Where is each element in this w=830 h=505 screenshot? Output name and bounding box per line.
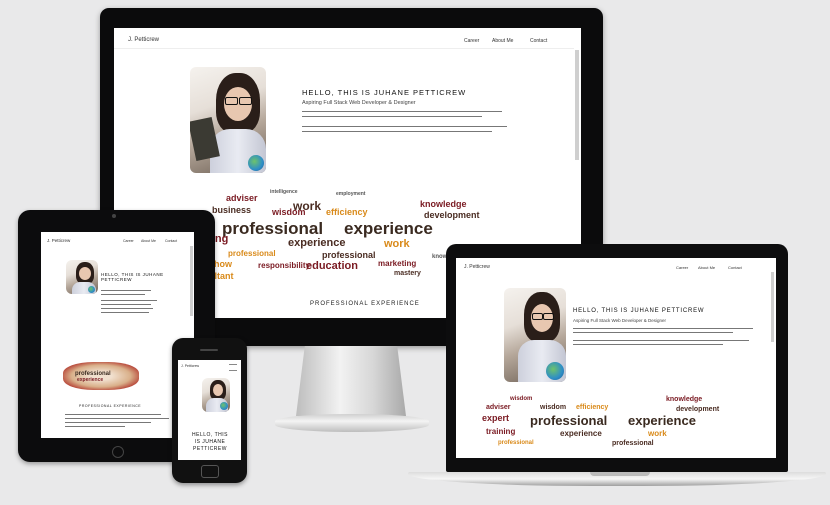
tablet-nav-about[interactable]: About Me <box>141 239 156 243</box>
tablet-home-button[interactable] <box>112 446 124 458</box>
word: expert <box>482 413 510 423</box>
tablet-paragraph <box>101 290 161 316</box>
tablet-word-cloud: professional experience <box>63 362 139 390</box>
laptop-nav-brand[interactable]: J. Petticrew <box>464 264 490 270</box>
phone-screen: J. Petticrew HELLO, THIS IS JUHANE PETTI… <box>178 360 241 460</box>
word: efficiency <box>576 404 609 411</box>
menu-icon[interactable] <box>229 364 237 371</box>
laptop-word-cloud: wisdom knowledge adviser wisdom efficien… <box>480 394 750 458</box>
phone-home-button[interactable] <box>201 465 219 478</box>
word: experience <box>560 429 602 438</box>
laptop-scrollbar[interactable] <box>771 272 774 342</box>
tablet-nav-brand[interactable]: J. Petticrew <box>47 238 70 243</box>
phone-nav-brand[interactable]: J. Petticrew <box>181 364 199 368</box>
nav-divider <box>114 48 574 49</box>
word: wisdom <box>272 207 306 217</box>
word: adviser <box>486 404 511 411</box>
greeting-heading: HELLO, THIS IS JUHANE PETTICREW <box>302 88 467 97</box>
intro-paragraph <box>302 111 507 136</box>
word: experience <box>628 413 696 428</box>
word: education <box>306 260 358 272</box>
laptop-nav-career[interactable]: Career <box>676 265 688 270</box>
tablet-nav-career[interactable]: Career <box>123 239 134 243</box>
tablet-nav-contact[interactable]: Contact <box>165 239 177 243</box>
monitor-stand <box>296 346 406 416</box>
word: professional <box>530 413 608 428</box>
word: experience <box>344 219 433 238</box>
word: work <box>384 238 410 250</box>
profile-photo <box>190 67 266 173</box>
word: business <box>212 205 252 215</box>
nav-link-contact[interactable]: Contact <box>530 38 547 44</box>
tablet-camera <box>112 214 116 218</box>
word: professional <box>222 219 324 238</box>
word: development <box>676 406 720 413</box>
laptop-profile-photo <box>504 288 566 382</box>
word: professional <box>228 249 276 258</box>
tablet-section-heading: PROFESSIONAL EXPERIENCE <box>79 404 142 408</box>
laptop-greeting: HELLO, THIS IS JUHANE PETTICREW <box>573 308 705 314</box>
monitor-base <box>275 414 429 432</box>
tagline: Aspiring Full Stack Web Developer & Desi… <box>302 100 416 106</box>
word: mastery <box>394 270 421 277</box>
word: knowledge <box>420 199 467 209</box>
word: wisdom <box>510 396 533 402</box>
tablet-section-text <box>65 414 175 427</box>
word: efficiency <box>326 207 368 217</box>
phone-profile-photo <box>202 378 230 412</box>
word: training <box>486 427 516 436</box>
laptop-nav-contact[interactable]: Contact <box>728 265 742 270</box>
laptop-tagline: Aspiring Full Stack Web Developer & Desi… <box>573 318 666 323</box>
word: experience <box>77 377 104 383</box>
word: employment <box>336 191 366 197</box>
word: professional <box>498 440 534 446</box>
nav-link-about[interactable]: About Me <box>492 38 513 44</box>
section-heading: PROFESSIONAL EXPERIENCE <box>310 301 420 307</box>
laptop-notch <box>590 472 650 476</box>
laptop-screen: J. Petticrew Career About Me Contact HEL… <box>456 258 776 458</box>
tablet-profile-photo <box>66 260 98 294</box>
laptop-paragraph <box>573 328 753 345</box>
phone-greeting-line: IS JUHANE <box>194 439 226 445</box>
tablet-greeting: HELLO, THIS IS JUHANE PETTICREW <box>101 272 164 282</box>
word: adviser <box>226 193 258 203</box>
phone-greeting: HELLO, THIS IS JUHANE PETTICREW <box>188 432 232 453</box>
nav-brand[interactable]: J. Petticrew <box>128 37 159 43</box>
word: marketing <box>378 259 417 268</box>
word: experience <box>288 237 346 249</box>
tablet-scrollbar[interactable] <box>190 246 193 316</box>
laptop-globe-icon <box>546 362 564 380</box>
phone-speaker <box>200 349 218 351</box>
word: professional <box>322 250 376 260</box>
phone-greeting-line: HELLO, THIS <box>192 432 228 438</box>
phone-greeting-line: PETTICREW <box>193 446 227 452</box>
word: knowledge <box>666 396 703 403</box>
word: professional <box>612 440 654 447</box>
word: responsibility <box>258 261 311 270</box>
laptop-nav-about[interactable]: About Me <box>698 265 715 270</box>
nav-link-career[interactable]: Career <box>464 38 479 44</box>
word: intelligence <box>270 189 298 195</box>
word: work <box>648 429 667 438</box>
scrollbar[interactable] <box>575 50 579 160</box>
globe-icon <box>248 155 264 171</box>
word: wisdom <box>540 404 567 411</box>
